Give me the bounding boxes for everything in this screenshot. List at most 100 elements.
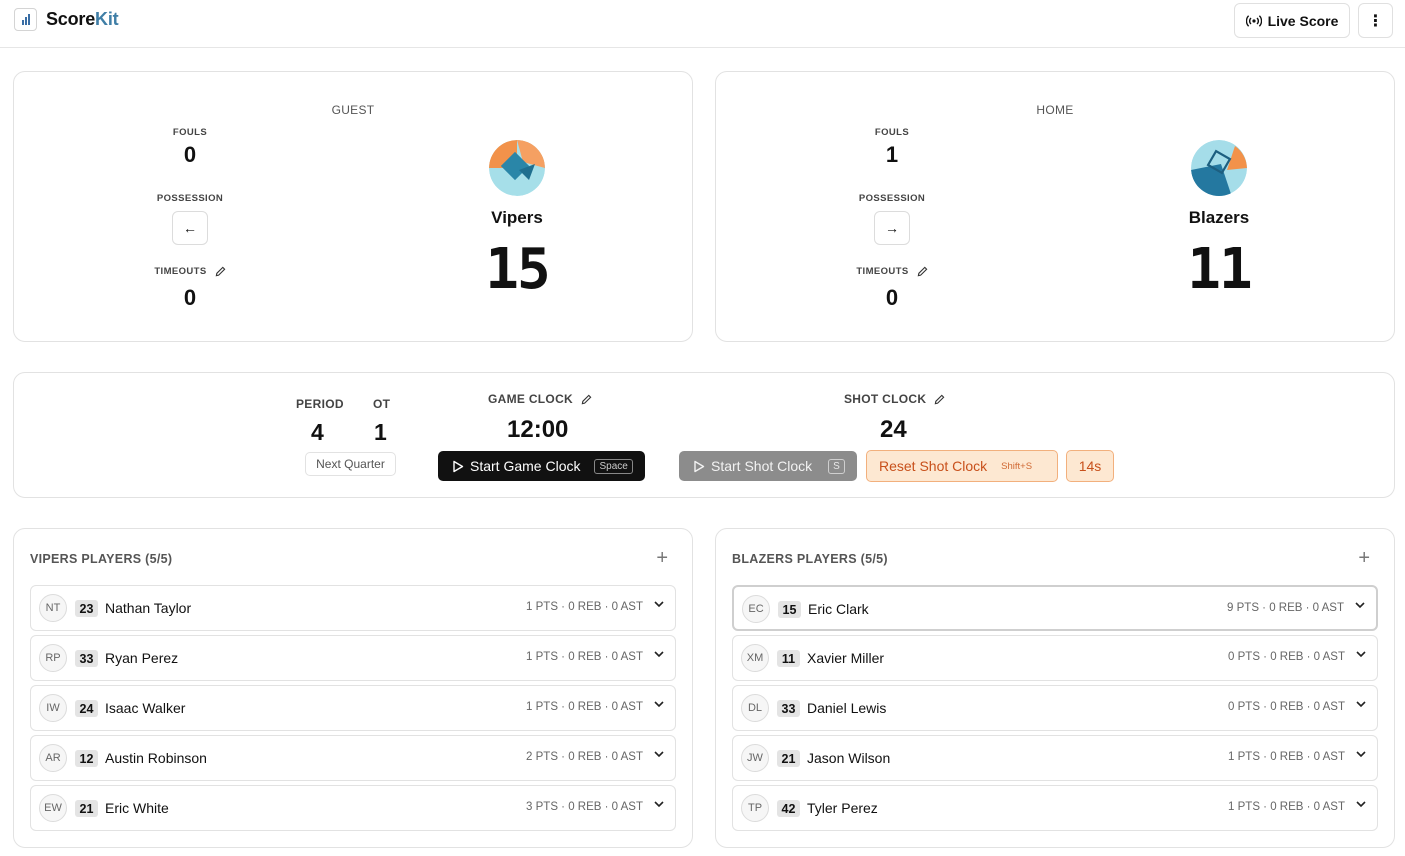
player-name: Eric Clark <box>808 601 869 617</box>
player-avatar: XM <box>741 644 769 672</box>
player-number-badge: 11 <box>777 650 800 667</box>
player-number-badge: 21 <box>75 800 98 817</box>
edit-timeouts-pencil-icon[interactable] <box>215 266 226 277</box>
home-score[interactable]: 11 <box>1119 237 1319 302</box>
player-name: Nathan Taylor <box>105 600 192 616</box>
broadcast-icon <box>1245 14 1262 27</box>
player-avatar: JW <box>741 744 769 772</box>
guest-fouls-value[interactable]: 0 <box>140 142 240 168</box>
edit-shot-clock-pencil-icon[interactable] <box>934 394 945 405</box>
timeouts-label-row: TIMEOUTS <box>842 266 942 277</box>
fouls-label: FOULS <box>874 127 910 138</box>
player-stats: 1 PTS · 0 REB · 0 AST <box>1228 751 1345 763</box>
player-stats: 3 PTS · 0 REB · 0 AST <box>526 801 643 813</box>
home-timeouts-value[interactable]: 0 <box>842 285 942 311</box>
add-player-plus-icon[interactable]: + <box>656 547 668 570</box>
period-value[interactable]: 4 <box>311 419 324 446</box>
guest-score[interactable]: 15 <box>417 237 617 302</box>
chevron-down-icon[interactable] <box>653 698 665 710</box>
players-card-title: BLAZERS PLAYERS (5/5) <box>732 552 888 566</box>
player-name: Daniel Lewis <box>807 700 887 716</box>
fouls-label: FOULS <box>172 127 208 138</box>
player-row[interactable]: TP 42 Tyler Perez 1 PTS · 0 REB · 0 AST <box>732 785 1378 831</box>
chevron-down-icon[interactable] <box>1355 648 1367 660</box>
player-name: Isaac Walker <box>105 700 186 716</box>
edit-timeouts-pencil-icon[interactable] <box>917 266 928 277</box>
ot-value[interactable]: 1 <box>374 419 387 446</box>
player-number-badge: 21 <box>777 750 800 767</box>
player-row[interactable]: EW 21 Eric White 3 PTS · 0 REB · 0 AST <box>30 785 676 831</box>
start-shot-clock-button[interactable]: Start Shot Clock S <box>679 451 857 481</box>
chevron-down-icon[interactable] <box>1355 748 1367 760</box>
player-avatar: AR <box>39 744 67 772</box>
reset-shot-clock-button[interactable]: Reset Shot Clock Shift+S <box>866 450 1058 482</box>
shot-clock-14s-button[interactable]: 14s <box>1066 450 1114 482</box>
player-avatar: NT <box>39 594 67 622</box>
player-name: Eric White <box>105 800 169 816</box>
player-avatar: IW <box>39 694 67 722</box>
player-stats: 2 PTS · 0 REB · 0 AST <box>526 751 643 763</box>
guest-stats-column: FOULS 0 POSSESSION ← TIMEOUTS 0 <box>140 127 240 310</box>
player-number-badge: 12 <box>75 750 98 767</box>
player-row[interactable]: XM 11 Xavier Miller 0 PTS · 0 REB · 0 AST <box>732 635 1378 681</box>
chevron-down-icon[interactable] <box>1354 599 1366 611</box>
guest-team-name: Vipers <box>491 208 543 227</box>
shift-s-shortcut-badge: Shift+S <box>1001 460 1033 472</box>
chevron-down-icon[interactable] <box>1355 798 1367 810</box>
player-name: Ryan Perez <box>105 650 179 666</box>
player-avatar: RP <box>39 644 67 672</box>
player-row[interactable]: EC 15 Eric Clark 9 PTS · 0 REB · 0 AST <box>732 585 1378 631</box>
player-number-badge: 33 <box>75 650 98 667</box>
player-number-badge: 24 <box>75 700 98 717</box>
shot-clock-label: SHOT CLOCK <box>844 392 927 406</box>
blazers-players-card: BLAZERS PLAYERS (5/5) + EC 15 Eric Clark 9 … <box>715 528 1395 848</box>
chevron-down-icon[interactable] <box>1355 698 1367 710</box>
chevron-down-icon[interactable] <box>653 748 665 760</box>
top-bar: ScoreKit Live Score ⋮ <box>0 0 1405 48</box>
home-possession-arrow-icon[interactable]: → <box>874 211 910 245</box>
game-clock-label-row: GAME CLOCK <box>488 392 592 406</box>
vipers-players-list: NT 23 Nathan Taylor 1 PTS · 0 REB · 0 AST RP… <box>30 585 676 835</box>
start-game-clock-button[interactable]: Start Game Clock Space <box>438 451 645 481</box>
chevron-down-icon[interactable] <box>653 798 665 810</box>
player-name: Tyler Perez <box>807 800 878 816</box>
live-score-button[interactable]: Live Score <box>1234 3 1350 38</box>
timeouts-label: TIMEOUTS <box>154 266 207 277</box>
player-row[interactable]: DL 33 Daniel Lewis 0 PTS · 0 REB · 0 AST <box>732 685 1378 731</box>
player-name: Jason Wilson <box>807 750 891 766</box>
player-row[interactable]: AR 12 Austin Robinson 2 PTS · 0 REB · 0 AST <box>30 735 676 781</box>
more-vertical-icon[interactable]: ⋮ <box>1358 3 1393 38</box>
home-team-name: Blazers <box>1188 208 1250 227</box>
player-stats: 0 PTS · 0 REB · 0 AST <box>1228 701 1345 713</box>
home-fouls-value[interactable]: 1 <box>842 142 942 168</box>
game-clock-value[interactable]: 12:00 <box>507 416 568 444</box>
edit-game-clock-pencil-icon[interactable] <box>581 394 592 405</box>
shot-clock-value[interactable]: 24 <box>880 416 907 444</box>
live-score-label: Live Score <box>1267 12 1339 29</box>
player-number-badge: 33 <box>777 700 800 717</box>
player-number-badge: 15 <box>778 601 801 618</box>
vipers-logo-icon <box>489 140 545 196</box>
start-game-clock-label: Start Game Clock <box>470 458 581 474</box>
period-label: PERIOD <box>296 397 344 411</box>
app-brand: ScoreKit <box>46 9 119 30</box>
guest-possession-arrow-icon[interactable]: ← <box>172 211 208 245</box>
chevron-down-icon[interactable] <box>653 598 665 610</box>
player-row[interactable]: NT 23 Nathan Taylor 1 PTS · 0 REB · 0 AST <box>30 585 676 631</box>
chevron-down-icon[interactable] <box>653 648 665 660</box>
blazers-players-list: EC 15 Eric Clark 9 PTS · 0 REB · 0 AST XM 11 X… <box>732 585 1378 835</box>
player-row[interactable]: JW 21 Jason Wilson 1 PTS · 0 REB · 0 AST <box>732 735 1378 781</box>
space-shortcut-badge: Space <box>594 458 633 474</box>
timeouts-label: TIMEOUTS <box>856 266 909 277</box>
next-quarter-button[interactable]: Next Quarter <box>305 452 396 476</box>
game-clock-label: GAME CLOCK <box>488 392 573 406</box>
player-name: Austin Robinson <box>105 750 207 766</box>
add-player-plus-icon[interactable]: + <box>1358 547 1370 570</box>
player-avatar: TP <box>741 794 769 822</box>
guest-team-card: GUEST FOULS 0 POSSESSION ← TIMEOUTS 0 Vi… <box>13 71 693 342</box>
brand-kit: Kit <box>95 9 119 29</box>
ot-label: OT <box>373 397 391 411</box>
player-row[interactable]: IW 24 Isaac Walker 1 PTS · 0 REB · 0 AST <box>30 685 676 731</box>
player-row[interactable]: RP 33 Ryan Perez 1 PTS · 0 REB · 0 AST <box>30 635 676 681</box>
guest-timeouts-value[interactable]: 0 <box>140 285 240 311</box>
